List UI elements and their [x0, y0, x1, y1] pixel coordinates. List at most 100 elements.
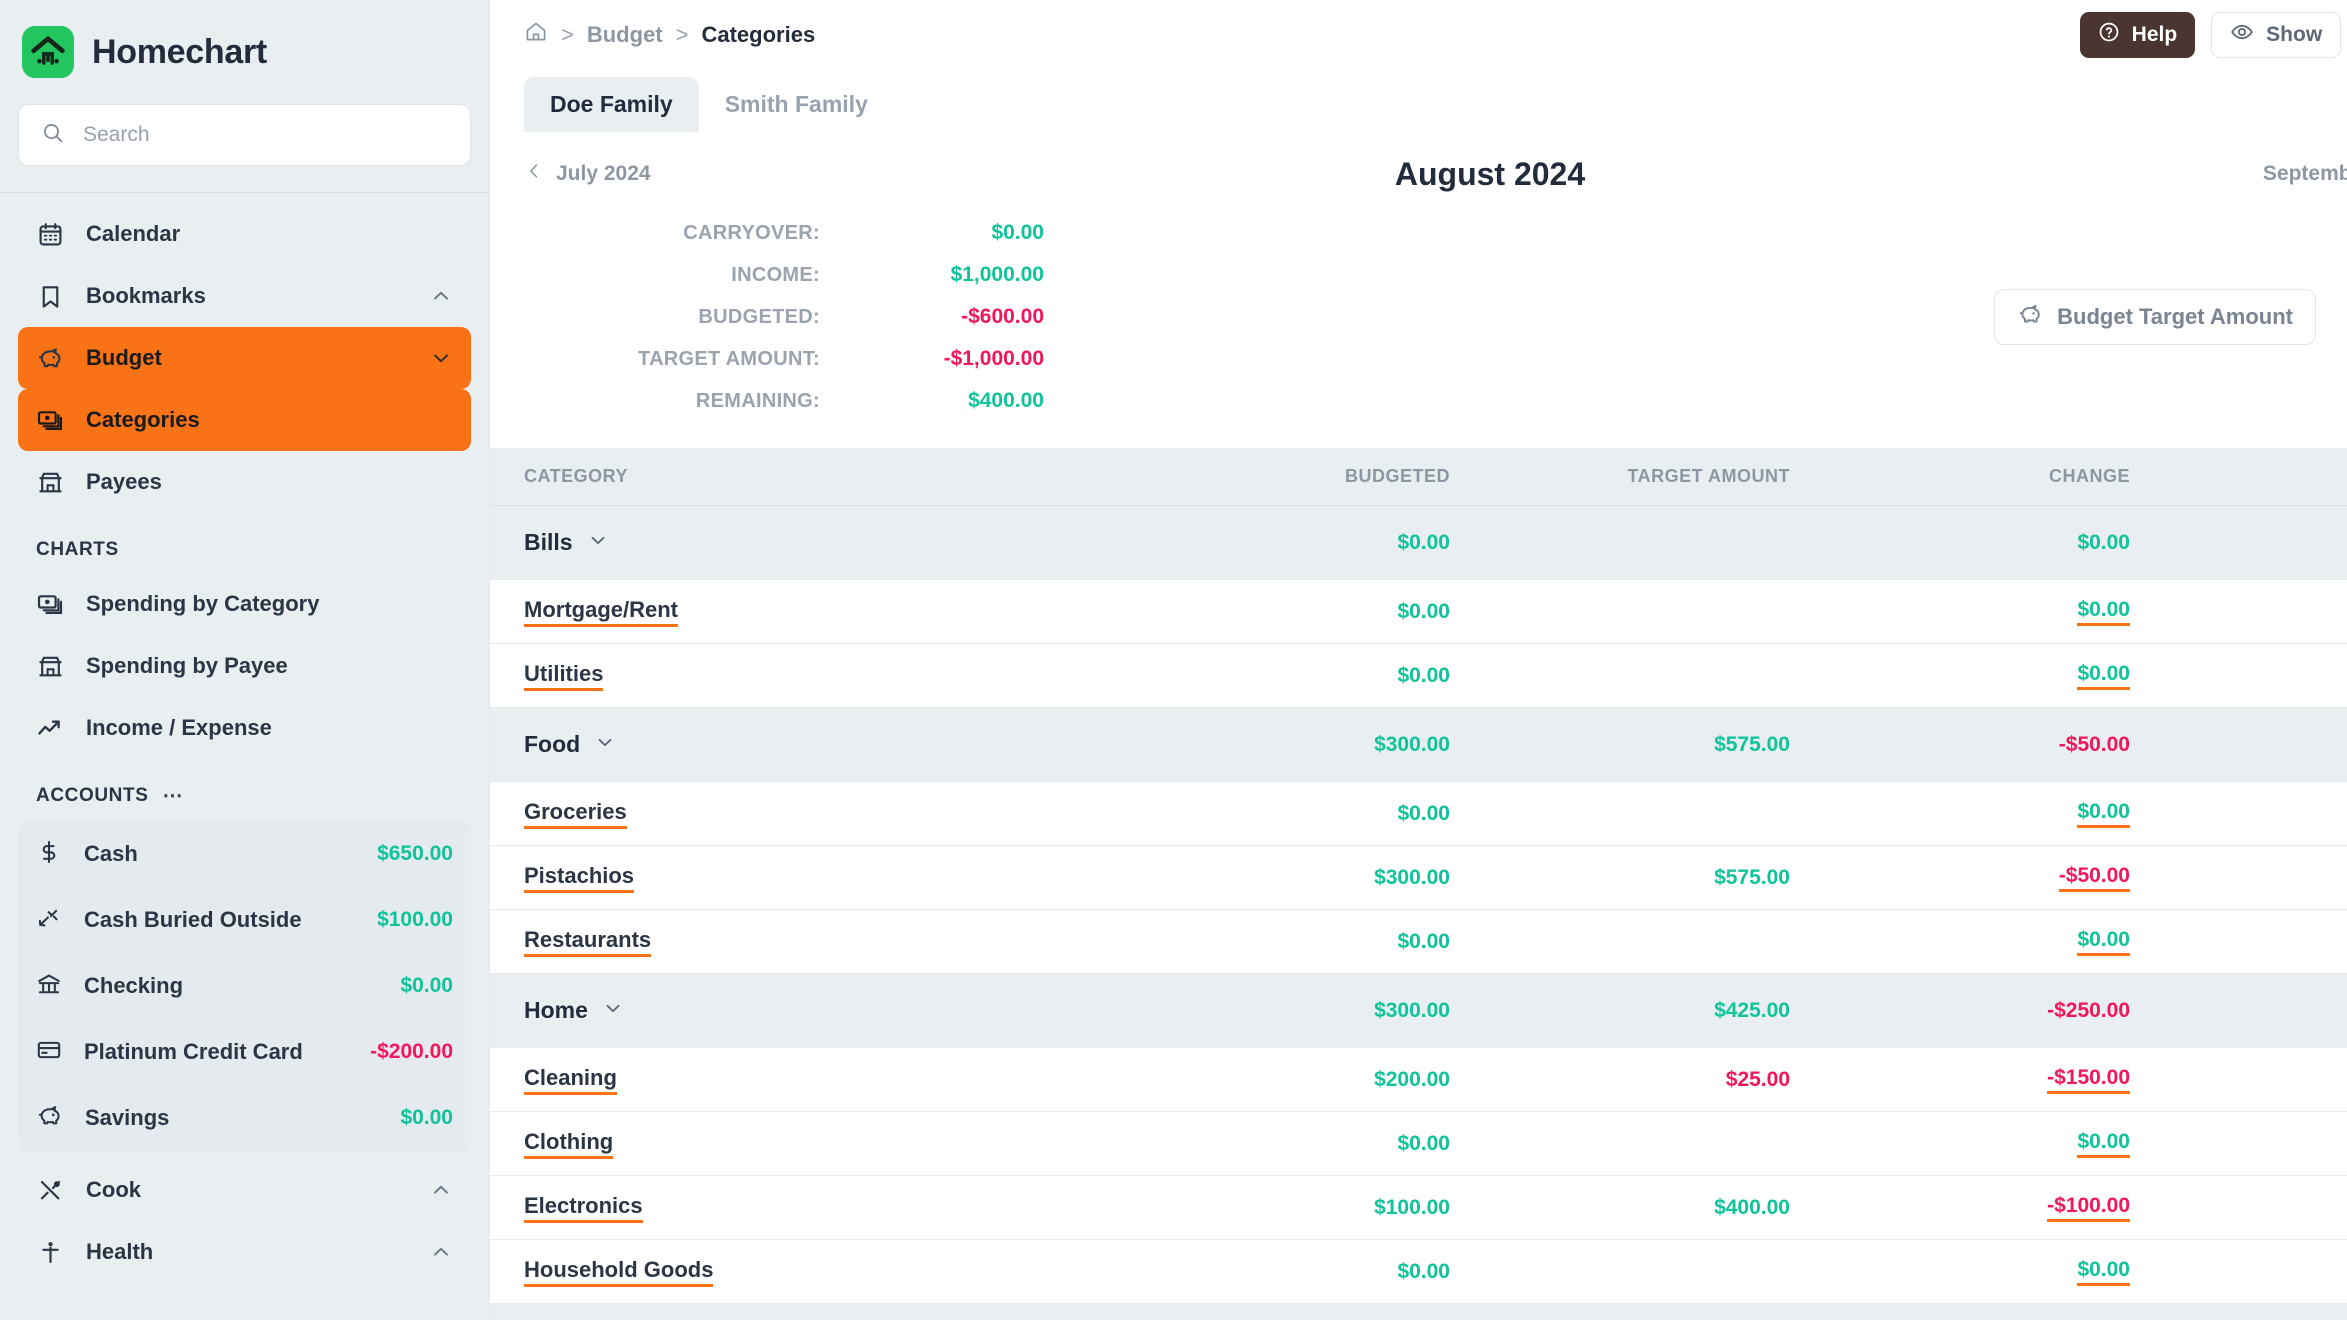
sidebar-item-bookmarks[interactable]: Bookmarks [18, 265, 471, 327]
category-link[interactable]: Restaurants [524, 927, 652, 957]
piggy-bank-icon [36, 344, 64, 372]
cell-balance: $0.00 [2130, 1175, 2347, 1240]
sidebar-item-payees[interactable]: Payees [18, 451, 471, 513]
table-row[interactable]: Mortgage/Rent$0.00$0.00$0.00 [490, 579, 2347, 644]
account-item-savings[interactable]: Savings $0.00 [18, 1085, 471, 1151]
table-row[interactable]: Household Goods$0.00$0.00$0.00 [490, 1239, 2347, 1304]
cell-change[interactable]: $0.00 [1790, 1111, 2130, 1176]
sidebar-item-label: Bookmarks [86, 283, 206, 308]
account-label: Platinum Credit Card [84, 1039, 303, 1064]
cell-change: -$250.00 [1790, 973, 2130, 1048]
chevron-up-icon[interactable] [429, 284, 453, 308]
account-item-cash-buried-outside[interactable]: Cash Buried Outside $100.00 [18, 887, 471, 953]
sidebar-item-calendar[interactable]: Calendar [18, 203, 471, 265]
breadcrumb-sep: > [675, 22, 689, 47]
column-header-balance[interactable]: BALANCE [2130, 448, 2347, 506]
brand-title: Homechart [92, 32, 267, 71]
chevron-down-icon[interactable] [587, 529, 609, 557]
prev-month-button[interactable]: July 2024 [524, 161, 651, 187]
table-row[interactable]: Home $300.00 $425.00 -$250.00$50.00 [490, 973, 2347, 1048]
help-button[interactable]: Help [2079, 12, 2196, 58]
category-link[interactable]: Household Goods [524, 1257, 714, 1287]
column-header-target-amount[interactable]: TARGET AMOUNT [1450, 448, 1790, 506]
category-link[interactable]: Groceries [524, 799, 627, 829]
sidebar-item-cook[interactable]: Cook [18, 1159, 471, 1221]
home-icon[interactable] [524, 20, 548, 50]
editable-amount[interactable]: $0.00 [2077, 598, 2130, 626]
cell-budgeted: $300.00 [1110, 707, 1450, 782]
budget-target-amount-button[interactable]: Budget Target Amount [1994, 289, 2316, 345]
table-row[interactable]: Restaurants$0.00$0.00$0.00 [490, 909, 2347, 974]
next-month-button[interactable]: September 2024 [2263, 161, 2347, 187]
chevron-down-icon[interactable] [594, 731, 616, 759]
cell-change[interactable]: $0.00 [1790, 643, 2130, 708]
amount: $0.00 [1397, 1131, 1450, 1155]
category-link[interactable]: Electronics [524, 1193, 643, 1223]
cell-budgeted: $0.00 [1110, 1239, 1450, 1304]
cell-change[interactable]: $0.00 [1790, 781, 2130, 846]
account-item-checking[interactable]: Checking $0.00 [18, 953, 471, 1019]
category-link[interactable]: Clothing [524, 1129, 614, 1159]
amount: $575.00 [1714, 732, 1790, 756]
column-header-budgeted[interactable]: BUDGETED [1110, 448, 1450, 506]
cell-change[interactable]: -$50.00 [1790, 845, 2130, 910]
cell-change[interactable]: $0.00 [1790, 579, 2130, 644]
table-row[interactable]: Groceries$0.00$0.00$0.00 [490, 781, 2347, 846]
chevron-up-icon[interactable] [429, 1178, 453, 1202]
cell-balance: $250.00 [2130, 845, 2347, 910]
cell-change[interactable]: -$150.00 [1790, 1047, 2130, 1112]
category-name[interactable]: Food [524, 731, 616, 759]
sidebar-item-categories[interactable]: Categories [18, 389, 471, 451]
search-box[interactable] [18, 104, 471, 166]
family-tabs: Doe Family Smith Family [490, 70, 2347, 132]
tab-doe-family[interactable]: Doe Family [524, 77, 699, 132]
ellipsis-icon[interactable]: ⋯ [162, 786, 184, 806]
sidebar-item-spending-by-category[interactable]: Spending by Category [18, 573, 471, 635]
account-item-platinum-credit-card[interactable]: Platinum Credit Card -$200.00 [18, 1019, 471, 1085]
table-row[interactable]: Income $1,000.00 [490, 1303, 2347, 1320]
tab-smith-family[interactable]: Smith Family [699, 77, 894, 132]
sidebar-item-health[interactable]: Health [18, 1221, 471, 1283]
table-row[interactable]: Bills$0.00$0.00$0.00 [490, 505, 2347, 580]
editable-amount[interactable]: $0.00 [2077, 662, 2130, 690]
column-header-category[interactable]: CATEGORY [490, 448, 1110, 506]
table-row[interactable]: Electronics $100.00 $400.00 -$100.00$0.00 [490, 1175, 2347, 1240]
cell-budgeted: $0.00 [1110, 505, 1450, 580]
editable-amount[interactable]: -$100.00 [2047, 1194, 2130, 1222]
cell-change[interactable]: -$100.00 [1790, 1175, 2130, 1240]
category-link[interactable]: Pistachios [524, 863, 635, 893]
breadcrumb-budget[interactable]: Budget [587, 22, 663, 48]
editable-amount[interactable]: -$50.00 [2058, 864, 2130, 892]
brand[interactable]: Homechart [18, 18, 471, 82]
chevron-down-icon[interactable] [429, 346, 453, 370]
table-row[interactable]: Pistachios $300.00 $575.00 -$50.00$250.00 [490, 845, 2347, 910]
chevron-down-icon[interactable] [602, 997, 624, 1025]
cell-change[interactable]: $0.00 [1790, 1239, 2130, 1304]
category-name[interactable]: Home [524, 997, 624, 1025]
editable-amount[interactable]: $0.00 [2077, 800, 2130, 828]
cell-change[interactable]: $0.00 [1790, 909, 2130, 974]
show-button[interactable]: Show [2211, 12, 2342, 58]
editable-amount[interactable]: $0.00 [2077, 1130, 2130, 1158]
search-input[interactable] [83, 123, 448, 147]
editable-amount[interactable]: $0.00 [2077, 928, 2130, 956]
editable-amount[interactable]: -$150.00 [2047, 1066, 2130, 1094]
amount: $0.00 [1397, 929, 1450, 953]
category-link[interactable]: Mortgage/Rent [524, 597, 678, 627]
category-link[interactable]: Cleaning [524, 1065, 617, 1095]
account-label: Cash [84, 841, 138, 866]
chevron-up-icon[interactable] [429, 1240, 453, 1264]
sidebar-item-spending-by-payee[interactable]: Spending by Payee [18, 635, 471, 697]
sidebar-item-budget[interactable]: Budget [18, 327, 471, 389]
editable-amount[interactable]: $0.00 [2077, 1258, 2130, 1286]
table-row[interactable]: Utilities$0.00$0.00$0.00 [490, 643, 2347, 708]
sidebar-item-income-expense[interactable]: Income / Expense [18, 697, 471, 759]
category-link[interactable]: Utilities [524, 661, 604, 691]
cell-category: Groceries [490, 781, 1110, 846]
column-header-change[interactable]: CHANGE [1790, 448, 2130, 506]
category-name[interactable]: Bills [524, 529, 609, 557]
account-item-cash[interactable]: Cash $650.00 [18, 821, 471, 887]
table-row[interactable]: Food $300.00 $575.00 -$50.00$250.00 [490, 707, 2347, 782]
table-row[interactable]: Clothing$0.00$0.00$0.00 [490, 1111, 2347, 1176]
table-row[interactable]: Cleaning $200.00 $25.00 -$150.00$50.00 [490, 1047, 2347, 1112]
